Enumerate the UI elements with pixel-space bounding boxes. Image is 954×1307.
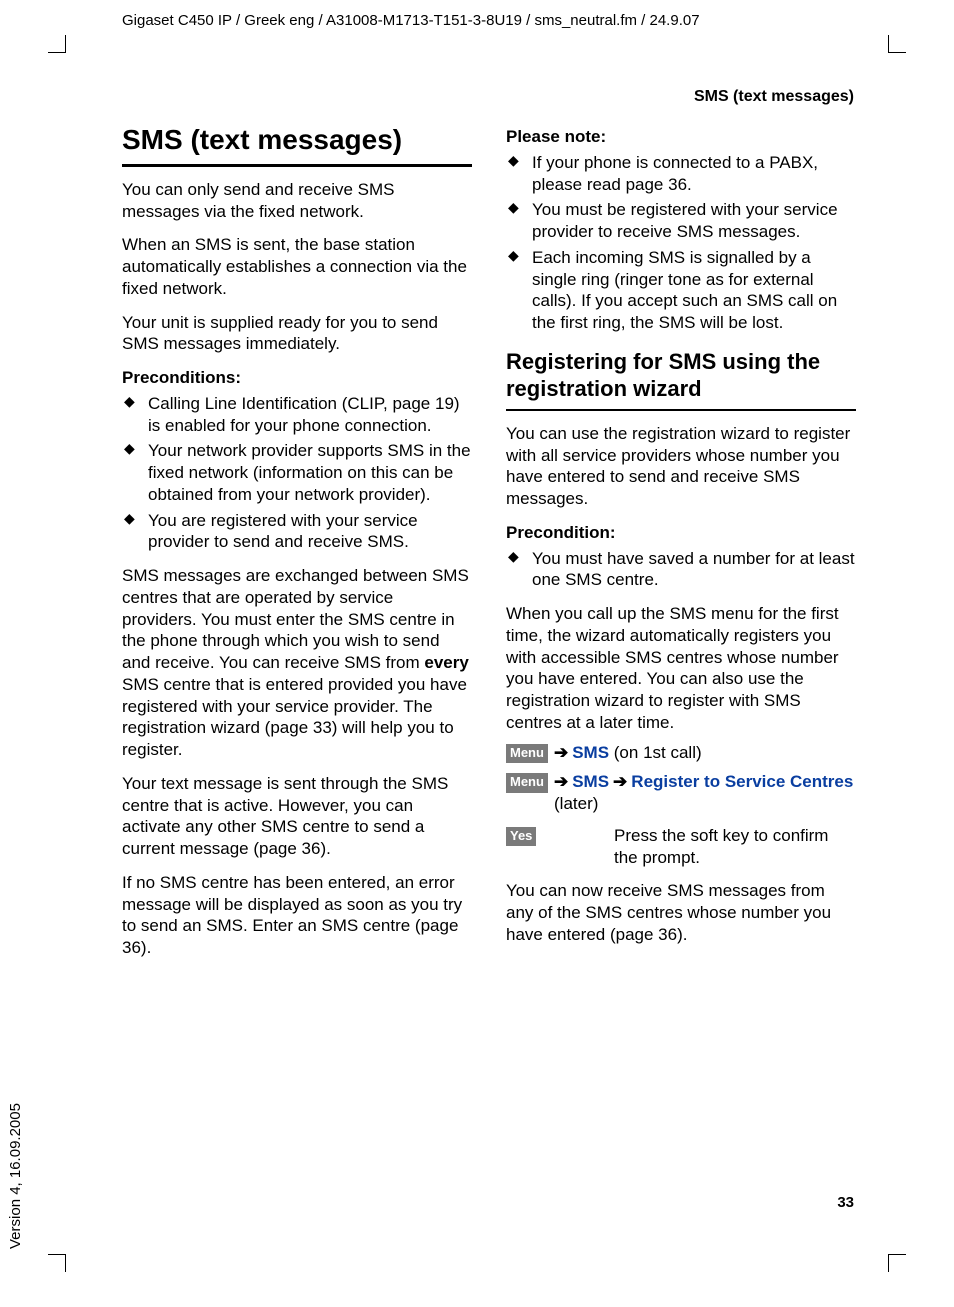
menu-softkey: Menu xyxy=(506,744,548,764)
paragraph: You can use the registration wizard to r… xyxy=(506,423,856,510)
paragraph: You can only send and receive SMS messag… xyxy=(122,179,472,223)
crop-mark-br xyxy=(888,1254,906,1272)
crop-mark-bl xyxy=(48,1254,66,1272)
menu-link-sms: SMS xyxy=(572,772,609,791)
menu-link-sms: SMS xyxy=(572,743,609,762)
menu-path-later: Menu➔SMS➔Register to Service Centres (la… xyxy=(506,771,856,815)
text-run: SMS messages are exchanged between SMS c… xyxy=(122,566,469,672)
arrow-icon: ➔ xyxy=(550,772,572,791)
list-item: You are registered with your service pro… xyxy=(122,510,472,554)
softkey-row: Yes Press the soft key to confirm the pr… xyxy=(506,825,856,869)
paragraph: Your text message is sent through the SM… xyxy=(122,773,472,860)
list-item: Calling Line Identification (CLIP, page … xyxy=(122,393,472,437)
yes-softkey: Yes xyxy=(506,827,536,847)
please-note-list: If your phone is connected to a PABX, pl… xyxy=(506,152,856,334)
list-item: Each incoming SMS is signalled by a sing… xyxy=(506,247,856,334)
preconditions-list: Calling Line Identification (CLIP, page … xyxy=(122,393,472,553)
arrow-icon: ➔ xyxy=(609,772,631,791)
left-column: SMS (text messages) You can only send an… xyxy=(122,118,472,959)
list-item: You must be registered with your service… xyxy=(506,199,856,243)
paragraph: When you call up the SMS menu for the fi… xyxy=(506,603,856,734)
menu-path-first-call: Menu➔SMS (on 1st call) xyxy=(506,742,856,764)
softkey-description: Press the soft key to confirm the prompt… xyxy=(614,825,856,869)
page-content: SMS (text messages) You can only send an… xyxy=(122,118,856,959)
page-number: 33 xyxy=(837,1194,854,1211)
paragraph: SMS messages are exchanged between SMS c… xyxy=(122,565,472,761)
running-head: SMS (text messages) xyxy=(694,88,854,106)
please-note-heading: Please note: xyxy=(506,126,856,148)
menu-softkey: Menu xyxy=(506,773,548,793)
paragraph: When an SMS is sent, the base station au… xyxy=(122,234,472,299)
version-side: Version 4, 16.09.2005 xyxy=(7,1103,24,1249)
list-item: You must have saved a number for at leas… xyxy=(506,548,856,592)
crop-mark-tr xyxy=(888,35,906,53)
subsection-title: Registering for SMS using the registrati… xyxy=(506,348,856,411)
paragraph: If no SMS centre has been entered, an er… xyxy=(122,872,472,959)
crop-mark-tl xyxy=(48,35,66,53)
menu-link-register: Register to Service Centres xyxy=(631,772,853,791)
paragraph: Your unit is supplied ready for you to s… xyxy=(122,312,472,356)
right-column: Please note: If your phone is connected … xyxy=(506,118,856,959)
arrow-icon: ➔ xyxy=(550,743,572,762)
paragraph: You can now receive SMS messages from an… xyxy=(506,880,856,945)
text-run: SMS centre that is entered provided you … xyxy=(122,675,467,759)
list-item: If your phone is connected to a PABX, pl… xyxy=(506,152,856,196)
precondition-list: You must have saved a number for at leas… xyxy=(506,548,856,592)
precondition-heading: Precondition: xyxy=(506,522,856,544)
text-run: (later) xyxy=(506,793,856,815)
header-meta: Gigaset C450 IP / Greek eng / A31008-M17… xyxy=(122,12,700,29)
list-item: Your network provider supports SMS in th… xyxy=(122,440,472,505)
section-title: SMS (text messages) xyxy=(122,122,472,167)
text-run: (on 1st call) xyxy=(609,743,702,762)
bold-text: every xyxy=(424,653,468,672)
preconditions-heading: Preconditions: xyxy=(122,367,472,389)
